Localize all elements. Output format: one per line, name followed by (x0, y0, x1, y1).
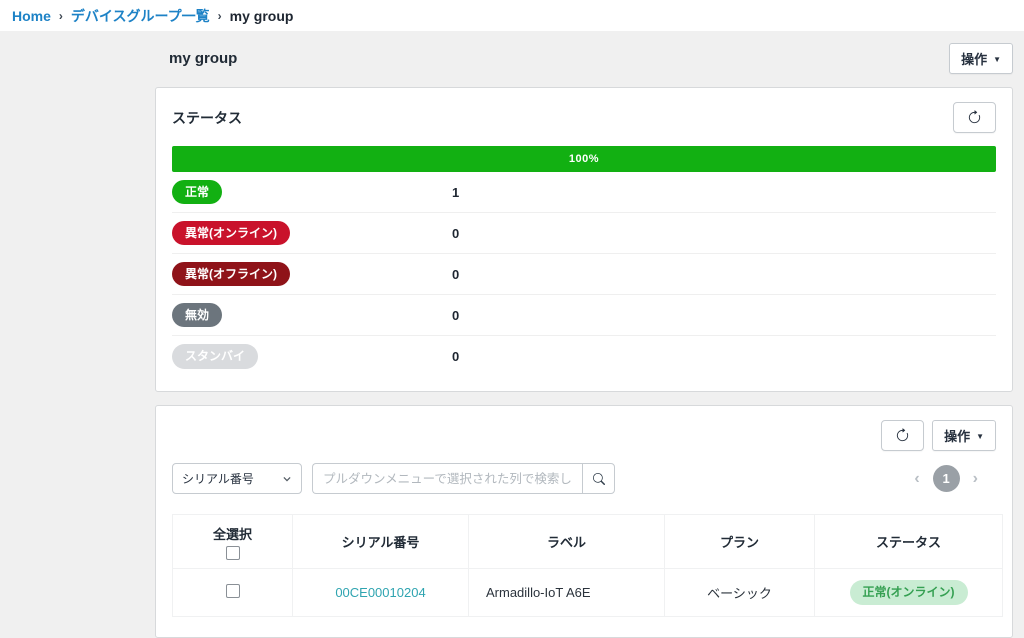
progress-percent-label: 100% (569, 153, 599, 165)
search-group (312, 463, 615, 494)
status-refresh-button[interactable] (953, 102, 996, 133)
status-row-disabled: 無効 0 (172, 295, 996, 336)
content-area: my group 操作 ▼ ステータス 100% (155, 43, 1013, 638)
pagination-next-icon[interactable]: › (973, 471, 978, 487)
status-row-error-online: 異常(オンライン) 0 (172, 213, 996, 254)
devices-table: 全選択 シリアル番号 ラベル プラン ステータス (172, 514, 1003, 617)
breadcrumb-separator-icon: › (218, 9, 222, 23)
caret-down-icon: ▼ (993, 56, 1001, 64)
breadcrumb-home-link[interactable]: Home (12, 8, 51, 24)
refresh-icon (967, 110, 982, 125)
refresh-icon (895, 428, 910, 443)
breadcrumb-device-groups-link[interactable]: デバイスグループ一覧 (71, 6, 210, 26)
header-status: ステータス (815, 515, 1003, 569)
header-select-all: 全選択 (173, 515, 293, 569)
status-card-header: ステータス (172, 102, 996, 133)
pagination-prev-icon[interactable]: ‹ (914, 471, 919, 487)
status-badge: 正常 (172, 180, 222, 204)
page-actions-button[interactable]: 操作 ▼ (949, 43, 1013, 74)
chevron-down-icon (282, 474, 292, 484)
select-all-label: 全選択 (213, 524, 252, 543)
filter-row: シリアル番号 ‹ 1 › (172, 463, 996, 494)
row-select-cell (173, 569, 293, 617)
devices-toolbar: 操作 ▼ (172, 420, 996, 451)
search-column-selected: シリアル番号 (182, 470, 254, 487)
row-checkbox[interactable] (226, 584, 240, 598)
breadcrumb: Home › デバイスグループ一覧 › my group (0, 0, 1024, 31)
devices-refresh-button[interactable] (881, 420, 924, 451)
status-rows: 正常 1 異常(オンライン) 0 異常(オフライン) 0 無効 0 スタンバイ (172, 172, 996, 377)
breadcrumb-separator-icon: › (59, 9, 63, 23)
row-plan-cell: ベーシック (665, 569, 815, 617)
header-plan: プラン (665, 515, 815, 569)
status-card-title: ステータス (172, 108, 242, 128)
breadcrumb-current: my group (230, 8, 294, 24)
status-badge: スタンバイ (172, 344, 258, 368)
row-status-badge: 正常(オンライン) (850, 580, 968, 605)
status-count: 0 (452, 349, 459, 364)
devices-card: 操作 ▼ シリアル番号 (155, 405, 1013, 638)
status-card: ステータス 100% 正常 1 異常(オンライン) 0 (155, 87, 1013, 392)
header-serial: シリアル番号 (293, 515, 469, 569)
devices-actions-label: 操作 (944, 426, 970, 445)
status-count: 1 (452, 185, 459, 200)
status-count: 0 (452, 226, 459, 241)
status-row-normal: 正常 1 (172, 172, 996, 213)
search-button[interactable] (582, 463, 615, 494)
page: Home › デバイスグループ一覧 › my group my group 操作… (0, 0, 1024, 638)
table-header-row: 全選択 シリアル番号 ラベル プラン ステータス (173, 515, 1003, 569)
page-title: my group (155, 50, 237, 67)
title-row: my group 操作 ▼ (155, 43, 1013, 74)
search-column-select[interactable]: シリアル番号 (172, 463, 302, 494)
page-actions-label: 操作 (961, 49, 987, 68)
search-input[interactable] (312, 463, 582, 494)
row-status-cell: 正常(オンライン) (815, 569, 1003, 617)
select-all-checkbox[interactable] (226, 546, 240, 560)
row-label-cell: Armadillo-IoT A6E (469, 569, 665, 617)
search-icon (593, 473, 605, 485)
status-count: 0 (452, 308, 459, 323)
pagination: ‹ 1 › (914, 465, 996, 492)
status-row-error-offline: 異常(オフライン) 0 (172, 254, 996, 295)
serial-link[interactable]: 00CE00010204 (335, 585, 425, 600)
caret-down-icon: ▼ (976, 433, 984, 441)
status-row-standby: スタンバイ 0 (172, 336, 996, 377)
row-serial-cell: 00CE00010204 (293, 569, 469, 617)
status-badge: 無効 (172, 303, 222, 327)
status-badge: 異常(オフライン) (172, 262, 290, 286)
pagination-current-page[interactable]: 1 (933, 465, 960, 492)
status-count: 0 (452, 267, 459, 282)
header-label: ラベル (469, 515, 665, 569)
status-progress-bar: 100% (172, 146, 996, 172)
table-row: 00CE00010204 Armadillo-IoT A6E ベーシック 正常(… (173, 569, 1003, 617)
status-badge: 異常(オンライン) (172, 221, 290, 245)
devices-actions-button[interactable]: 操作 ▼ (932, 420, 996, 451)
